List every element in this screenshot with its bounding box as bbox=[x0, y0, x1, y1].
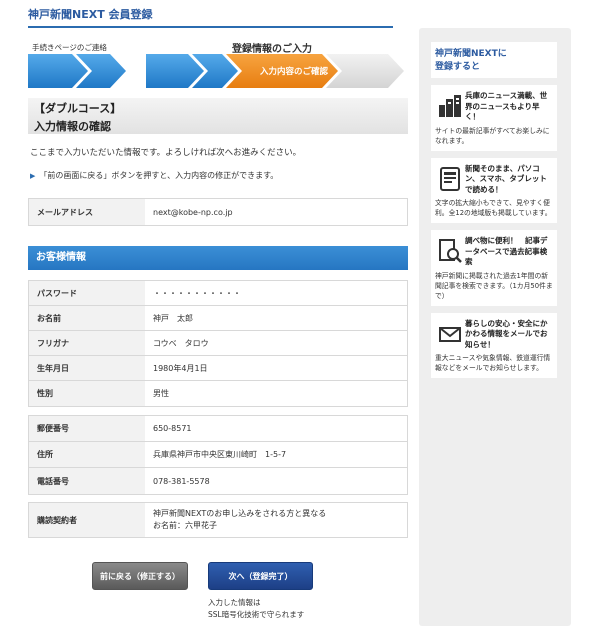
note-text: ▶ 「前の画面に戻る」ボタンを押すと、入力内容の修正ができます。 bbox=[30, 170, 278, 181]
page-header-title: 神戸新聞NEXT 会員登録 bbox=[28, 8, 153, 21]
subscriber-value-line1: 神戸新聞NEXTのお申し込みをされる方と異なる bbox=[153, 509, 327, 518]
section-title-line2: 入力情報の確認 bbox=[34, 120, 111, 133]
furigana-label: フリガナ bbox=[29, 331, 145, 355]
table-row: メールアドレス next@kobe-np.co.jp bbox=[29, 199, 407, 225]
sidebar: 神戸新聞NEXTに 登録すると 兵庫のニュース満載、世界のニュースもより早く！ … bbox=[419, 28, 571, 626]
customer-table-1: パスワード ・・・・・・・・・・・ お名前 神戸 太郎 フリガナ コウベ タロウ… bbox=[28, 280, 408, 407]
section-title: 【ダブルコース】 入力情報の確認 bbox=[28, 98, 408, 134]
email-table: メールアドレス next@kobe-np.co.jp bbox=[28, 198, 408, 226]
postal-code-value: 650-8571 bbox=[145, 416, 407, 441]
sidebar-heading-line1: 神戸新聞NEXTに bbox=[435, 49, 507, 59]
phone-label: 電話番号 bbox=[29, 468, 145, 494]
table-row: 電話番号 078-381-5578 bbox=[29, 468, 407, 494]
page-header: 神戸新聞NEXT 会員登録 bbox=[28, 6, 393, 28]
step-2-label: 登録情報のご入力 bbox=[232, 44, 312, 55]
password-label: パスワード bbox=[29, 281, 145, 305]
sidebar-benefit-mail: 暮らしの安心・安全にかかわる情報をメールでお知らせ！ 重大ニュースや気象情報、鉄… bbox=[431, 312, 557, 378]
document-search-icon bbox=[435, 236, 465, 266]
email-value: next@kobe-np.co.jp bbox=[145, 199, 407, 225]
section-title-line1: 【ダブルコース】 bbox=[34, 102, 122, 115]
ssl-notice-line1: 入力した情報は bbox=[208, 598, 261, 607]
benefit-archive-title: 調べ物に便利！ 記事データベースで過去記事検索 bbox=[465, 236, 548, 266]
customer-table-2: 郵便番号 650-8571 住所 兵庫県神戸市中央区東川崎町 1-5-7 電話番… bbox=[28, 415, 408, 495]
step-progress: 手続きページのご連絡 登録情報のご入力 入力内容のご確認 bbox=[28, 40, 408, 90]
customer-info-heading-text: お客様情報 bbox=[36, 252, 86, 263]
address-label: 住所 bbox=[29, 442, 145, 467]
sidebar-benefit-devices: 新聞そのまま、パソコン、スマホ、タブレットで読める！ 文字の拡大縮小もできて、見… bbox=[431, 157, 557, 223]
tablet-icon bbox=[435, 164, 465, 194]
table-row: 性別 男性 bbox=[29, 381, 407, 406]
back-button[interactable]: 前に戻る（修正する） bbox=[92, 562, 188, 590]
step-1-label: 手続きページのご連絡 bbox=[32, 43, 107, 52]
benefit-devices-title: 新聞そのまま、パソコン、スマホ、タブレットで読める！ bbox=[465, 163, 547, 194]
ssl-notice: 入力した情報は SSL暗号化技術で守られます bbox=[208, 597, 304, 621]
gender-value: 男性 bbox=[145, 381, 407, 406]
email-label: メールアドレス bbox=[29, 199, 145, 225]
postal-code-label: 郵便番号 bbox=[29, 416, 145, 441]
name-value: 神戸 太郎 bbox=[145, 306, 407, 330]
benefit-news-title: 兵庫のニュース満載、世界のニュースもより早く！ bbox=[465, 91, 548, 121]
benefit-archive-desc: 神戸新聞に掲載された過去1年間の新聞記事を検索できます。（1カ月50件まで） bbox=[435, 271, 553, 300]
next-button[interactable]: 次へ（登録完了） bbox=[208, 562, 313, 590]
gender-label: 性別 bbox=[29, 381, 145, 406]
ssl-notice-line2: SSL暗号化技術で守られます bbox=[208, 610, 305, 619]
step-3-label: 入力内容のご確認 bbox=[260, 67, 329, 77]
sidebar-benefit-news: 兵庫のニュース満載、世界のニュースもより早く！ サイトの最新記事がすべてお楽しみ… bbox=[431, 85, 557, 151]
sidebar-heading-line2: 登録すると bbox=[435, 62, 481, 72]
benefit-news-desc: サイトの最新記事がすべてお楽しみになれます。 bbox=[435, 126, 550, 145]
benefit-mail-title: 暮らしの安心・安全にかかわる情報をメールでお知らせ！ bbox=[465, 318, 548, 349]
table-row: お名前 神戸 太郎 bbox=[29, 306, 407, 331]
triangle-icon: ▶ bbox=[30, 172, 36, 180]
subscriber-value-line2: お名前：六甲花子 bbox=[153, 521, 217, 530]
sidebar-benefit-archive: 調べ物に便利！ 記事データベースで過去記事検索 神戸新聞に掲載された過去1年間の… bbox=[431, 230, 557, 306]
table-row: 郵便番号 650-8571 bbox=[29, 416, 407, 442]
step-2-arrow-a bbox=[146, 54, 204, 88]
mail-icon bbox=[435, 319, 465, 349]
customer-info-heading: お客様情報 bbox=[28, 246, 408, 270]
step-1-arrow-a bbox=[28, 54, 88, 88]
subscriber-label: 購読契約者 bbox=[29, 503, 145, 537]
birthdate-label: 生年月日 bbox=[29, 356, 145, 380]
sidebar-heading: 神戸新聞NEXTに 登録すると bbox=[431, 42, 557, 78]
subscriber-table: 購読契約者 神戸新聞NEXTのお申し込みをされる方と異なる お名前：六甲花子 bbox=[28, 502, 408, 538]
birthdate-value: 1980年4月1日 bbox=[145, 356, 407, 380]
benefit-mail-desc: 重大ニュースや気象情報、鉄道運行情報などをメールでお知らせします。 bbox=[435, 354, 551, 372]
table-row: フリガナ コウベ タロウ bbox=[29, 331, 407, 356]
table-row: 住所 兵庫県神戸市中央区東川崎町 1-5-7 bbox=[29, 442, 407, 468]
furigana-value: コウベ タロウ bbox=[145, 331, 407, 355]
note-text-body: 「前の画面に戻る」ボタンを押すと、入力内容の修正ができます。 bbox=[39, 171, 279, 180]
table-row: パスワード ・・・・・・・・・・・ bbox=[29, 281, 407, 306]
address-value: 兵庫県神戸市中央区東川崎町 1-5-7 bbox=[145, 442, 407, 467]
phone-value: 078-381-5578 bbox=[145, 468, 407, 494]
name-label: お名前 bbox=[29, 306, 145, 330]
benefit-devices-desc: 文字の拡大縮小もできて、見やすく便利。全12の地域版も掲載しています。 bbox=[435, 199, 552, 217]
table-row: 購読契約者 神戸新聞NEXTのお申し込みをされる方と異なる お名前：六甲花子 bbox=[29, 503, 407, 537]
password-value: ・・・・・・・・・・・ bbox=[145, 281, 407, 305]
building-icon bbox=[435, 91, 465, 121]
subscriber-value: 神戸新聞NEXTのお申し込みをされる方と異なる お名前：六甲花子 bbox=[145, 503, 407, 537]
table-row: 生年月日 1980年4月1日 bbox=[29, 356, 407, 381]
intro-text: ここまで入力いただいた情報です。よろしければ次へお進みください。 bbox=[30, 148, 302, 158]
step-arrows bbox=[28, 54, 404, 88]
